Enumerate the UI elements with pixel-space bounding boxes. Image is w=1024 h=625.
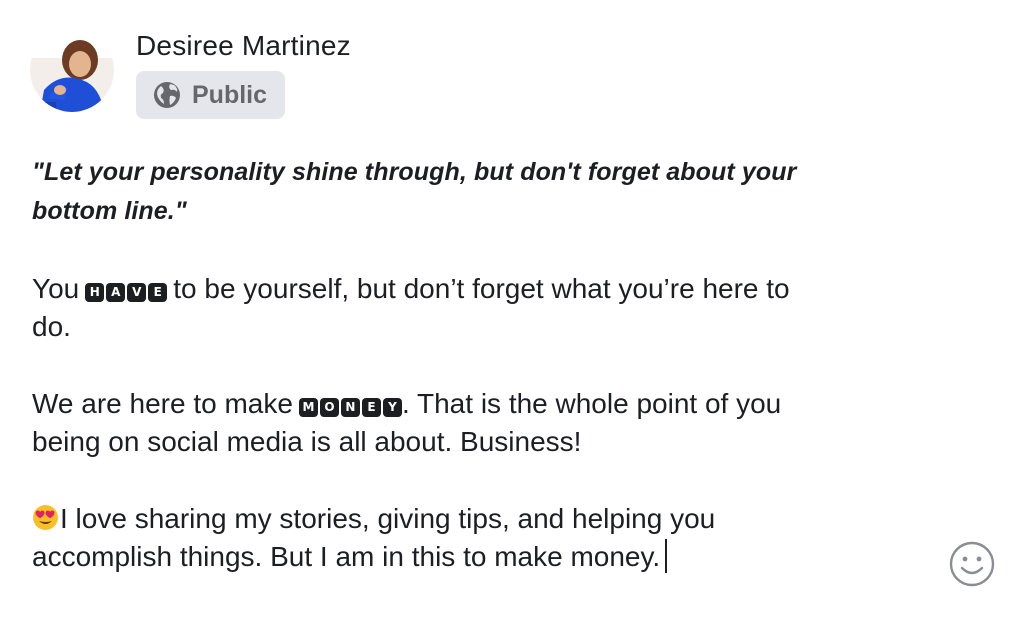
quote-text-line-2: bottom line." xyxy=(32,197,187,225)
squared-word-money: MONEY xyxy=(298,398,402,417)
emoji-picker-button[interactable] xyxy=(948,540,996,588)
squared-letter: O xyxy=(319,398,339,417)
para1-after: to be yourself, but don’t forget what yo… xyxy=(173,273,790,304)
paragraph-1: You H A V Eto be yourself, but don’t forget … xyxy=(32,270,952,308)
squared-letter: E xyxy=(361,398,381,417)
paragraph-1-line-2: do. xyxy=(32,308,952,346)
paragraph-2: We are here to make M O N E Y. That is the wh… xyxy=(32,385,952,423)
post-header: Desiree Martinez Public xyxy=(30,28,351,119)
quote-line-1: "Let your personality shine through, but… xyxy=(32,153,952,192)
squared-letter: M xyxy=(298,398,318,417)
privacy-selector-button[interactable]: Public xyxy=(136,71,286,119)
para2-before: We are here to make xyxy=(32,388,293,419)
heart-eyes-emoji-icon xyxy=(32,503,59,530)
smiley-icon xyxy=(949,541,995,587)
para3-line2: accomplish things. But I am in this to m… xyxy=(32,541,661,572)
post-composer: Desiree Martinez Public "Let your person… xyxy=(0,0,1024,625)
avatar-image xyxy=(30,28,114,112)
text-cursor xyxy=(665,539,668,573)
squared-letter: Y xyxy=(382,398,402,417)
paragraph-3: I love sharing my stories, giving tips, … xyxy=(32,500,952,538)
squared-letter: A xyxy=(106,283,126,302)
para3-line1: I love sharing my stories, giving tips, … xyxy=(60,503,716,534)
globe-icon xyxy=(152,80,182,110)
squared-letter: H xyxy=(85,283,105,302)
author-name[interactable]: Desiree Martinez xyxy=(136,30,351,62)
para2-after: . That is the whole point of you xyxy=(401,388,782,419)
paragraph-3-line-2: accomplish things. But I am in this to m… xyxy=(32,538,952,576)
quote-line-2: bottom line." xyxy=(32,192,952,231)
squared-word-have: HAVE xyxy=(85,283,168,302)
para1-line2: do. xyxy=(32,311,71,342)
squared-letter: V xyxy=(127,283,147,302)
squared-letter: N xyxy=(340,398,360,417)
privacy-label: Public xyxy=(192,80,268,109)
post-text-editor[interactable]: "Let your personality shine through, but… xyxy=(32,153,952,576)
avatar[interactable] xyxy=(30,28,114,112)
squared-letter: E xyxy=(148,283,168,302)
para1-before: You xyxy=(32,273,80,304)
author-block: Desiree Martinez Public xyxy=(136,28,351,119)
quote-text-line-1: "Let your personality shine through, but… xyxy=(32,158,797,186)
para2-line2: being on social media is all about. Busi… xyxy=(32,426,582,457)
paragraph-2-line-2: being on social media is all about. Busi… xyxy=(32,423,952,461)
